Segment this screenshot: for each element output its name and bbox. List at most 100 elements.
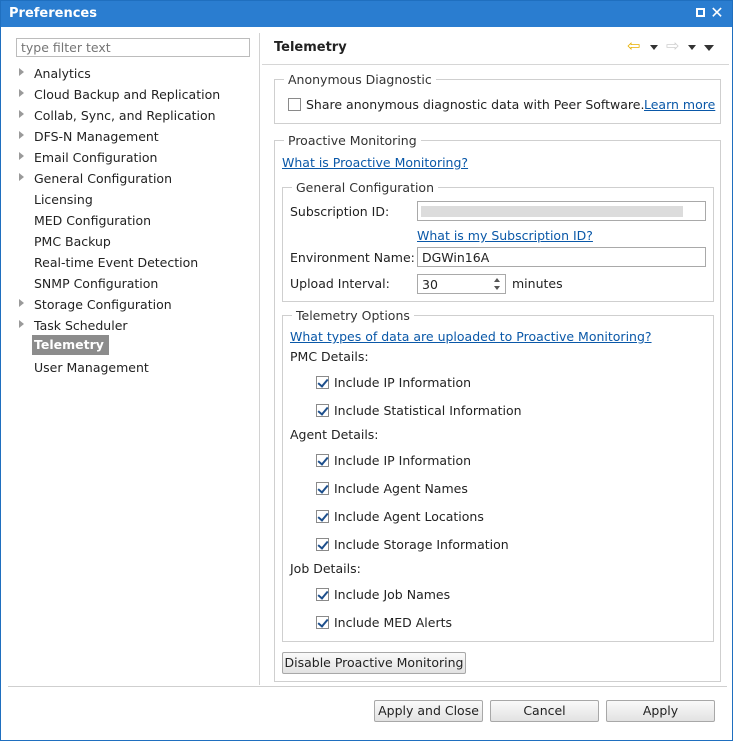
disable-proactive-button[interactable]: Disable Proactive Monitoring: [282, 652, 466, 674]
spinner-icon[interactable]: [490, 275, 505, 293]
expand-arrow-icon[interactable]: [19, 173, 24, 181]
anonymous-diagnostic-group: Anonymous Diagnostic Share anonymous dia…: [274, 72, 721, 124]
tree-item-general-config[interactable]: General Configuration: [8, 169, 248, 189]
tree-item-label: Telemetry: [32, 335, 109, 355]
agent-ip-checkbox[interactable]: [316, 454, 329, 467]
agent-names-label: Include Agent Names: [334, 481, 468, 496]
tree-item-label: Real-time Event Detection: [34, 255, 199, 270]
share-data-checkbox[interactable]: [288, 98, 301, 111]
tree-item-label: PMC Backup: [34, 234, 111, 249]
redacted-value: [421, 206, 683, 217]
pmc-ip-label: Include IP Information: [334, 375, 472, 390]
environment-name-input[interactable]: DGWin16A: [417, 247, 706, 267]
expand-arrow-icon[interactable]: [19, 89, 24, 97]
filter-input[interactable]: [16, 38, 250, 57]
group-legend: Telemetry Options: [292, 308, 414, 323]
apply-and-close-button[interactable]: Apply and Close: [374, 700, 483, 722]
view-menu-icon[interactable]: [704, 39, 714, 55]
left-panel: Analytics Cloud Backup and Replication C…: [8, 33, 260, 685]
job-details-heading: Job Details:: [290, 561, 361, 576]
tree-item-label: SNMP Configuration: [34, 276, 159, 291]
what-is-subscription-link[interactable]: What is my Subscription ID?: [417, 228, 593, 243]
learn-more-link[interactable]: Learn more: [644, 97, 715, 112]
title-bar: Preferences ✕: [1, 1, 732, 27]
upload-interval-unit: minutes: [512, 276, 563, 291]
general-configuration-group: General Configuration Subscription ID: W…: [282, 180, 714, 302]
share-data-label: Share anonymous diagnostic data with Pee…: [306, 97, 645, 112]
agent-storage-checkbox[interactable]: [316, 538, 329, 551]
agent-locations-label: Include Agent Locations: [334, 509, 484, 524]
expand-arrow-icon[interactable]: [19, 110, 24, 118]
tree-item-cloud-backup[interactable]: Cloud Backup and Replication: [8, 85, 248, 105]
expand-arrow-icon[interactable]: [19, 68, 24, 76]
subscription-id-input[interactable]: [417, 201, 706, 221]
job-names-label: Include Job Names: [334, 587, 451, 602]
upload-interval-stepper[interactable]: 30: [417, 274, 506, 294]
agent-ip-label: Include IP Information: [334, 453, 472, 468]
tree-item-email-config[interactable]: Email Configuration: [8, 148, 248, 168]
tree-item-label: Task Scheduler: [34, 318, 128, 333]
tree-item-label: Licensing: [34, 192, 93, 207]
tree-item-snmp-config[interactable]: SNMP Configuration: [8, 274, 248, 294]
page-title: Telemetry: [274, 40, 347, 55]
preferences-window: Preferences ✕ Analytics Cloud Backup and…: [0, 0, 733, 741]
tree-item-label: Email Configuration: [34, 150, 158, 165]
tree-item-label: Analytics: [34, 66, 91, 81]
upload-interval-label: Upload Interval:: [290, 276, 390, 291]
agent-storage-label: Include Storage Information: [334, 537, 509, 552]
chevron-down-icon[interactable]: [650, 39, 658, 55]
tree-item-label: General Configuration: [34, 171, 173, 186]
apply-button[interactable]: Apply: [606, 700, 715, 722]
expand-arrow-icon[interactable]: [19, 131, 24, 139]
job-med-label: Include MED Alerts: [334, 615, 453, 630]
environment-name-label: Environment Name:: [290, 250, 415, 265]
tree-item-analytics[interactable]: Analytics: [8, 64, 248, 84]
agent-locations-checkbox[interactable]: [316, 510, 329, 523]
group-legend: Anonymous Diagnostic: [284, 72, 436, 87]
tree-item-collab-sync[interactable]: Collab, Sync, and Replication: [8, 106, 248, 126]
what-is-proactive-link[interactable]: What is Proactive Monitoring?: [282, 155, 468, 170]
agent-details-heading: Agent Details:: [290, 427, 379, 442]
maximize-icon[interactable]: [693, 6, 707, 20]
group-legend: General Configuration: [292, 180, 439, 195]
pmc-stats-label: Include Statistical Information: [334, 403, 522, 418]
cancel-button[interactable]: Cancel: [490, 700, 599, 722]
pmc-stats-checkbox[interactable]: [316, 404, 329, 417]
tree-item-storage-config[interactable]: Storage Configuration: [8, 295, 248, 315]
environment-name-value: DGWin16A: [422, 250, 490, 265]
tree-item-task-scheduler[interactable]: Task Scheduler: [8, 316, 248, 336]
job-names-checkbox[interactable]: [316, 588, 329, 601]
title-separator: [262, 64, 729, 65]
data-types-link[interactable]: What types of data are uploaded to Proac…: [290, 329, 652, 344]
tree-item-telemetry[interactable]: Telemetry: [8, 335, 248, 355]
tree-item-realtime-event[interactable]: Real-time Event Detection: [8, 253, 248, 273]
agent-names-checkbox[interactable]: [316, 482, 329, 495]
pmc-ip-checkbox[interactable]: [316, 376, 329, 389]
tree-item-user-management[interactable]: User Management: [8, 358, 248, 378]
tree-item-label: Cloud Backup and Replication: [34, 87, 221, 102]
tree-item-licensing[interactable]: Licensing: [8, 190, 248, 210]
arrow-right-icon[interactable]: ⇨: [666, 36, 679, 55]
expand-arrow-icon[interactable]: [19, 299, 24, 307]
tree-item-pmc-backup[interactable]: PMC Backup: [8, 232, 248, 252]
tree-item-med-config[interactable]: MED Configuration: [8, 211, 248, 231]
window-title: Preferences: [9, 6, 97, 21]
upload-interval-value: 30: [422, 277, 438, 292]
tree-item-label: User Management: [34, 360, 149, 375]
expand-arrow-icon[interactable]: [19, 320, 24, 328]
job-med-checkbox[interactable]: [316, 616, 329, 629]
telemetry-options-group: Telemetry Options What types of data are…: [282, 308, 714, 642]
arrow-left-icon[interactable]: ⇦: [627, 36, 640, 55]
tree-item-label: MED Configuration: [34, 213, 152, 228]
chevron-down-icon[interactable]: [688, 39, 696, 55]
expand-arrow-icon[interactable]: [19, 152, 24, 160]
content-panel: Telemetry ⇦ ⇨ Anonymous Diagnostic Share…: [262, 33, 729, 685]
close-icon[interactable]: ✕: [710, 5, 724, 21]
group-legend: Proactive Monitoring: [284, 133, 421, 148]
tree-item-dfsn[interactable]: DFS-N Management: [8, 127, 248, 147]
tree-item-label: Storage Configuration: [34, 297, 172, 312]
tree-item-label: DFS-N Management: [34, 129, 159, 144]
tree-item-label: Collab, Sync, and Replication: [34, 108, 216, 123]
footer-separator: [8, 686, 727, 687]
proactive-monitoring-group: Proactive Monitoring What is Proactive M…: [274, 133, 721, 682]
